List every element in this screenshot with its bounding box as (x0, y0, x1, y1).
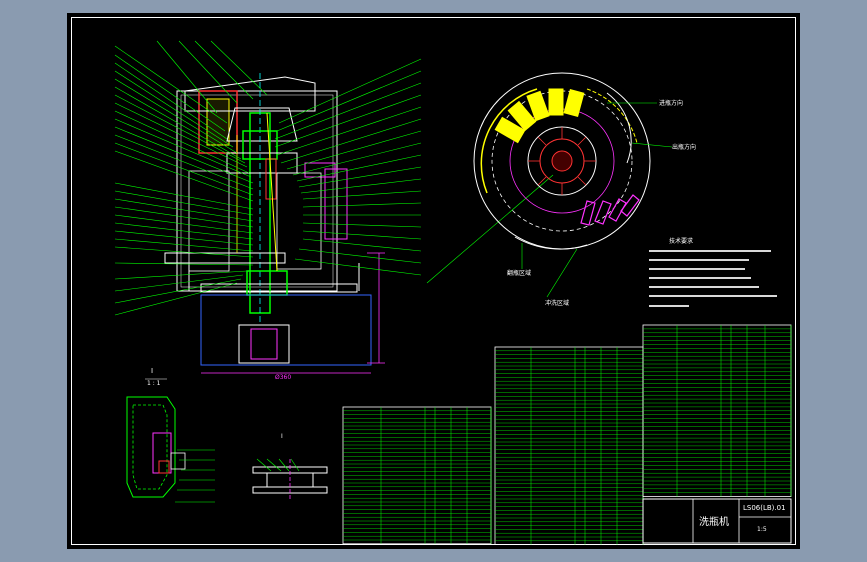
product-name: 洗瓶机 (699, 515, 729, 528)
section-detail-view: I 1 : 1 (126, 367, 215, 503)
leader-lines-left (114, 40, 268, 316)
rotary-top-view: 进瓶方向 出瓶方向 翻瓶区域 冲洗区域 (473, 72, 696, 307)
detail-label: Ⅰ (281, 433, 283, 440)
technical-notes: 技术要求 (649, 237, 777, 307)
dimension-label: Ø360 (275, 374, 291, 381)
rotation-label-1: 进瓶方向 (659, 99, 683, 107)
rotation-label-2: 出瓶方向 (672, 143, 696, 151)
cad-drawing-canvas: Ø360 进瓶方向 出瓶方向 翻瓶区域 冲洗区域 技术要求 I 1: 1 Ⅰ … (114, 40, 792, 546)
rotation-label-4: 冲洗区域 (545, 299, 569, 307)
section-label: I (151, 367, 153, 375)
part-detail-view: Ⅰ (252, 433, 328, 501)
drawing-code: LS06(LB).01 (743, 504, 786, 512)
parts-list (342, 324, 792, 546)
notes-title: 技术要求 (669, 237, 693, 245)
section-scale: 1 : 1 (147, 380, 161, 387)
scale-label: 1:5 (757, 526, 767, 533)
cad-viewport[interactable]: Ø360 进瓶方向 出瓶方向 翻瓶区域 冲洗区域 技术要求 I 1: 1 Ⅰ … (67, 13, 800, 549)
water-tank (200, 294, 372, 366)
hub-center (551, 150, 573, 172)
title-block: 洗瓶机 LS06(LB).01 1:5 (642, 498, 792, 544)
bottles-exit (580, 194, 640, 226)
rotation-label-3: 翻瓶区域 (507, 269, 531, 277)
